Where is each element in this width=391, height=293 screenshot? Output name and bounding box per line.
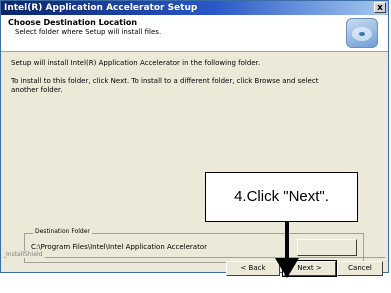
installshield-brand: InstallShield — [6, 251, 45, 258]
install-message: Setup will install Intel(R) Application … — [11, 59, 261, 67]
instruction-message: To install to this folder, click Next. T… — [11, 77, 319, 94]
browse-button[interactable] — [297, 239, 357, 256]
header-subtitle: Select folder where Setup will install f… — [15, 28, 162, 36]
window-title: Intel(R) Application Accelerator Setup — [4, 3, 198, 13]
destination-path: C:\Program Files\Intel\Intel Application… — [31, 243, 207, 251]
arrow-down-icon — [275, 222, 299, 278]
dialog-body: Setup will install Intel(R) Application … — [9, 59, 379, 95]
close-icon: x — [377, 3, 383, 13]
setup-install-icon — [346, 18, 378, 48]
dialog-header: Choose Destination Location Select folde… — [1, 15, 388, 52]
footer-separator — [4, 257, 385, 258]
destination-legend: Destination Folder — [33, 228, 92, 235]
destination-folder-group: Destination Folder C:\Program Files\Inte… — [24, 228, 364, 263]
header-title: Choose Destination Location — [8, 18, 138, 27]
close-button[interactable]: x — [374, 2, 386, 13]
title-bar[interactable]: Intel(R) Application Accelerator Setup x — [1, 1, 388, 15]
cancel-button[interactable]: Cancel — [337, 261, 383, 276]
back-button[interactable]: < Back — [226, 261, 280, 276]
instruction-callout: 4.Click "Next". — [205, 172, 358, 222]
